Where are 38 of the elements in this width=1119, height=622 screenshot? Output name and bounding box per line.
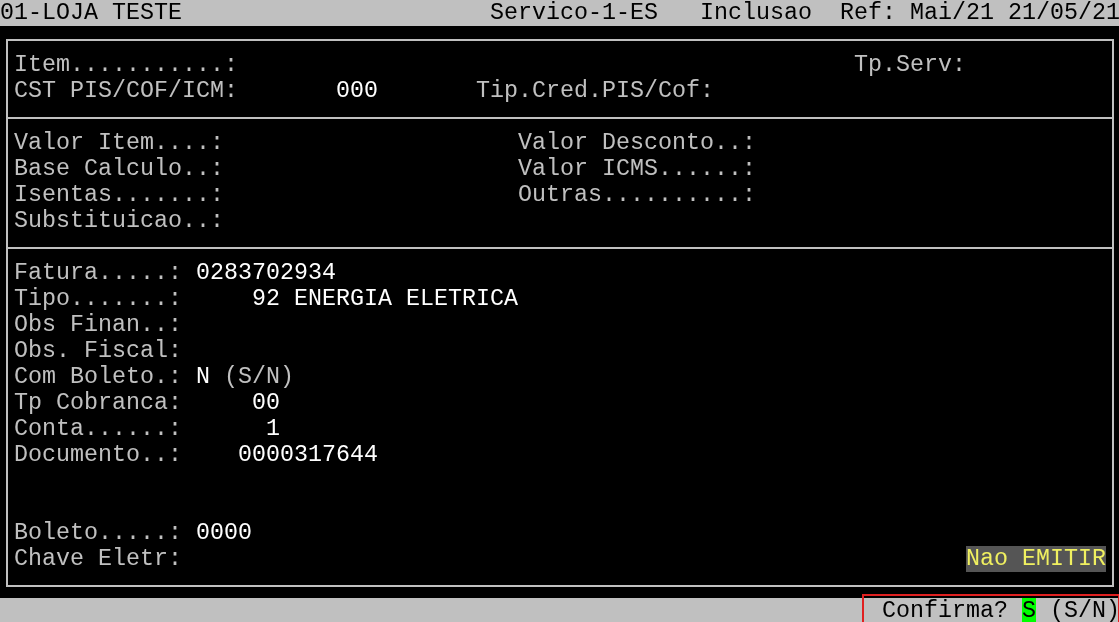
company-name: 01-LOJA TESTE [0, 0, 182, 26]
field-value: 00 [252, 390, 280, 416]
field-value: 1 [266, 416, 280, 442]
field-label: Com Boleto.: [14, 364, 182, 390]
field-label: Boleto.....: [14, 520, 182, 546]
answer-field[interactable]: S [1022, 598, 1036, 622]
status-badge: Nao EMITIR [966, 546, 1106, 572]
field-label: Item...........: [14, 52, 238, 78]
field-label: Base Calculo..: [14, 156, 224, 182]
field-label: Obs. Fiscal: [14, 338, 182, 364]
field-label: Isentas.......: [14, 182, 224, 208]
field-label: Obs Finan..: [14, 312, 182, 338]
field-value: N [196, 364, 210, 390]
reference-date: Ref: Mai/21 21/05/21 [840, 0, 1119, 26]
field-label: Valor Desconto..: [518, 130, 756, 156]
mode-label: Inclusao [700, 0, 812, 26]
field-value: 92 ENERGIA ELETRICA [252, 286, 518, 312]
field-label: Tip.Cred.PIS/Cof: [476, 78, 714, 104]
field-label: Fatura.....: [14, 260, 182, 286]
field-label: Tp Cobranca: [14, 390, 182, 416]
field-label: Valor ICMS......: [518, 156, 756, 182]
field-label: CST PIS/COF/ICM: [14, 78, 238, 104]
field-label: Substituicao..: [14, 208, 224, 234]
field-label: Chave Eletr: [14, 546, 182, 572]
prompt-label: Confirma? [882, 598, 1008, 622]
option-hint: (S/N) [224, 364, 294, 390]
field-label: Tipo.......: [14, 286, 182, 312]
field-value: 0000317644 [238, 442, 378, 468]
field-label: Valor Item....: [14, 130, 224, 156]
field-label: Conta......: [14, 416, 182, 442]
field-label: Tp.Serv: [854, 52, 966, 78]
options-hint: (S/N) [1050, 598, 1119, 622]
field-label: Documento..: [14, 442, 182, 468]
field-value: 000 [336, 78, 378, 104]
field-value: 0000 [196, 520, 252, 546]
field-value: 0283702934 [196, 260, 336, 286]
service-name: Servico-1-ES [490, 0, 658, 26]
field-label: Outras..........: [518, 182, 756, 208]
